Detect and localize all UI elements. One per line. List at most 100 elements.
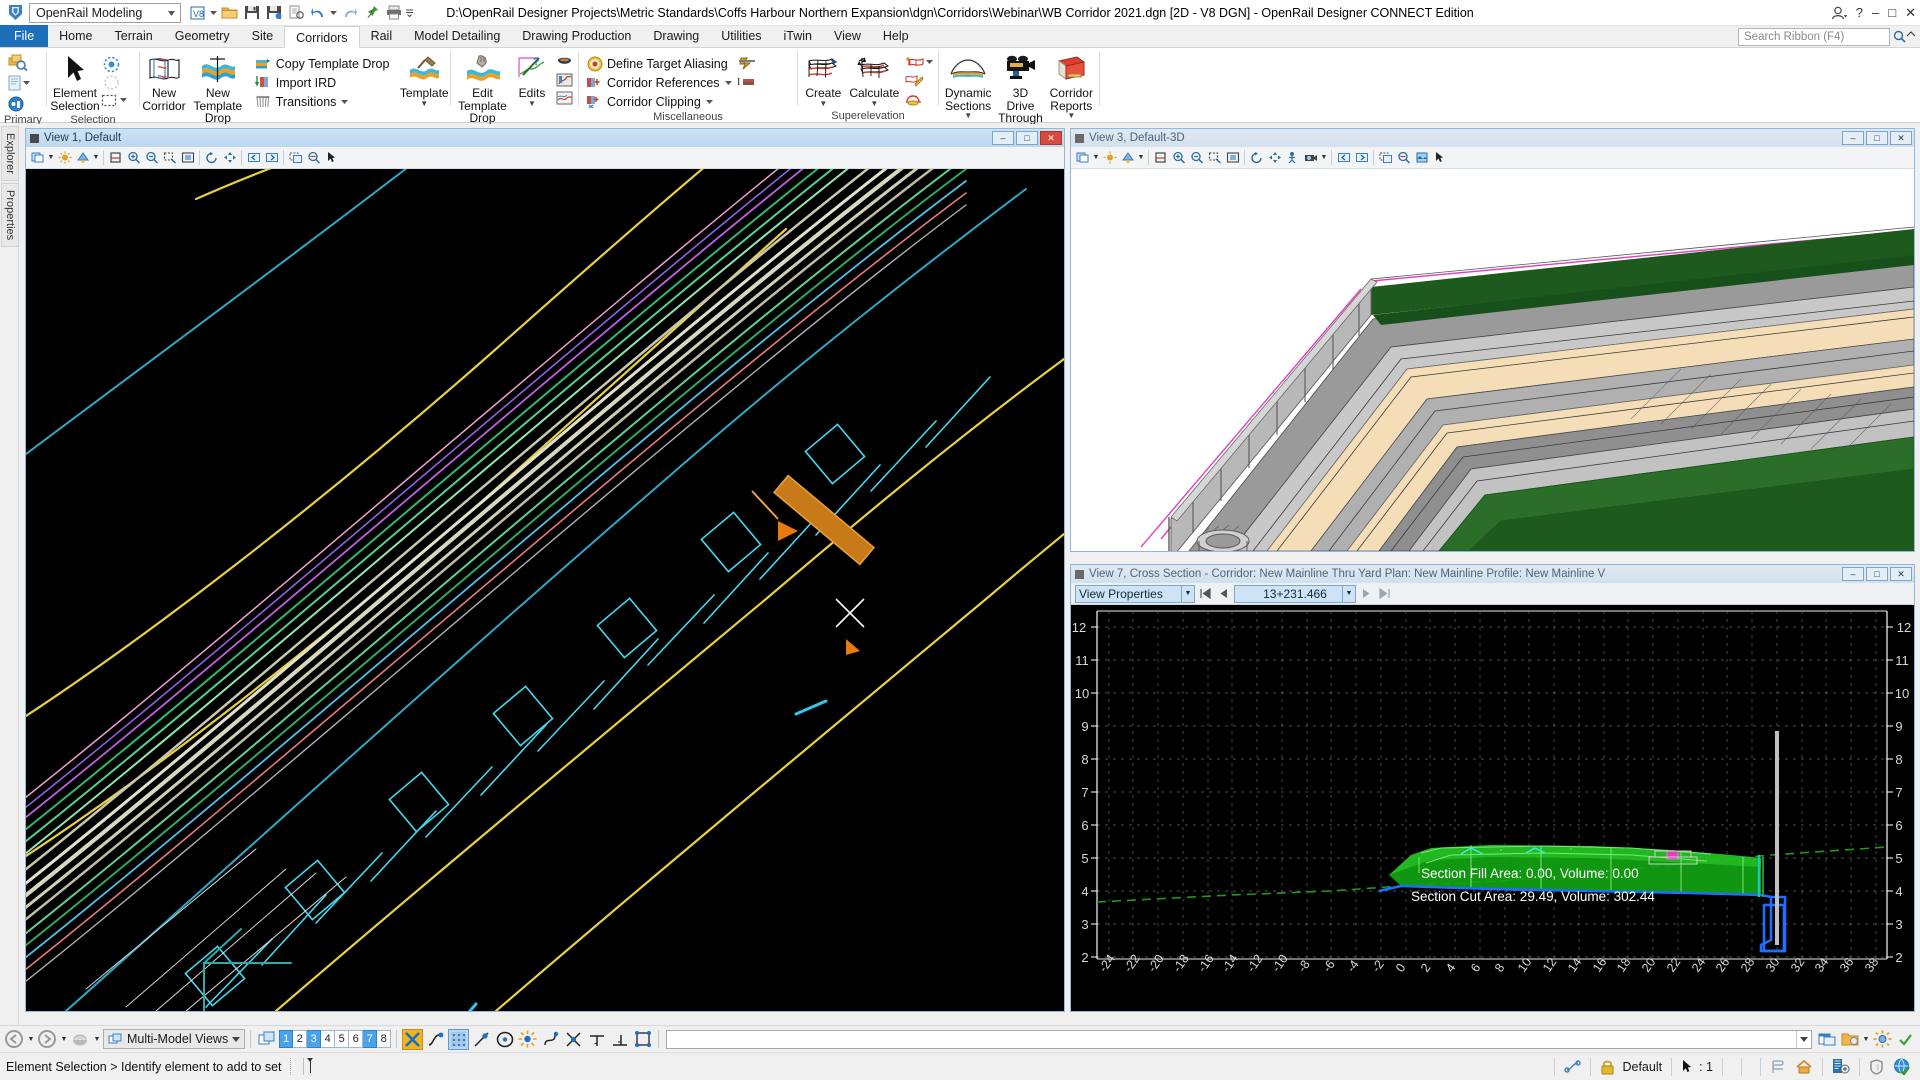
new-corridor-button[interactable]: New Corridor: [144, 51, 184, 114]
tab-drawing-production[interactable]: Drawing Production: [511, 25, 642, 47]
view-toggle-8[interactable]: 8: [377, 1030, 391, 1048]
pan-view-icon[interactable]: [221, 149, 238, 167]
view1-minimize-button[interactable]: –: [992, 131, 1014, 145]
zoom-out-icon[interactable]: [1188, 149, 1205, 167]
view-next-icon[interactable]: [1353, 149, 1370, 167]
bisector-snap-icon[interactable]: [609, 1029, 630, 1050]
copy-template-drop-button[interactable]: Copy Template Drop: [252, 54, 393, 73]
view3-minimize-button[interactable]: –: [1842, 131, 1864, 145]
element-selection-view-icon[interactable]: [1431, 149, 1448, 167]
lock-icon[interactable]: [1600, 1059, 1615, 1075]
view3-close-button[interactable]: ✕: [1890, 131, 1912, 145]
tab-model-detailing[interactable]: Model Detailing: [403, 25, 511, 47]
template-button[interactable]: Template ▼: [402, 51, 446, 109]
view-window-1[interactable]: View 1, Default – □ ✕ ▼ ▼: [25, 128, 1065, 1012]
zoom-in-icon[interactable]: [125, 149, 142, 167]
snap-pattern-icon[interactable]: [448, 1029, 469, 1050]
view-menu-icon[interactable]: [30, 134, 39, 143]
view-window-7[interactable]: View 7, Cross Section - Corridor: New Ma…: [1070, 564, 1915, 1012]
corridor-clipping-button[interactable]: Corridor Clipping: [583, 92, 735, 111]
tab-file[interactable]: File: [0, 25, 48, 47]
chevron-down-icon[interactable]: [23, 81, 30, 85]
fit-view-icon[interactable]: [1224, 149, 1241, 167]
browse-icon[interactable]: [70, 1029, 91, 1050]
view-next-icon[interactable]: [263, 149, 280, 167]
tab-utilities[interactable]: Utilities: [710, 25, 772, 47]
super-curve-icon[interactable]: [904, 89, 924, 107]
customize-qat-icon[interactable]: [405, 9, 414, 17]
view-toggle-7[interactable]: 7: [363, 1030, 377, 1048]
tab-site[interactable]: Site: [241, 25, 285, 47]
copy-view-icon[interactable]: [1377, 149, 1394, 167]
chevron-down-icon[interactable]: ▼: [528, 100, 536, 107]
no-snap-icon[interactable]: [402, 1029, 423, 1050]
status-input-field[interactable]: [303, 1058, 603, 1075]
window-area-icon[interactable]: [161, 149, 178, 167]
clip-mask-icon[interactable]: [305, 149, 322, 167]
chevron-down-icon[interactable]: ▼: [1342, 586, 1355, 602]
model-icon[interactable]: [1770, 1059, 1786, 1075]
view7-title-bar[interactable]: View 7, Cross Section - Corridor: New Ma…: [1071, 565, 1914, 583]
maximize-button[interactable]: □: [1888, 5, 1896, 20]
undo-icon[interactable]: [307, 2, 328, 23]
zoom-out-icon[interactable]: [143, 149, 160, 167]
tab-view[interactable]: View: [823, 25, 872, 47]
view1-title-bar[interactable]: View 1, Default – □ ✕: [26, 129, 1064, 147]
chevron-down-icon[interactable]: ▼: [1137, 149, 1145, 167]
new-template-drop-button[interactable]: New Template Drop: [186, 51, 250, 127]
attach-tools-button[interactable]: [8, 73, 30, 93]
shield-icon[interactable]: [1869, 1059, 1884, 1075]
add-super-section-icon[interactable]: [904, 53, 934, 71]
save-icon[interactable]: [241, 2, 262, 23]
view-groups-icon[interactable]: [256, 1029, 277, 1050]
next-station-icon[interactable]: [1359, 585, 1374, 603]
chevron-down-icon[interactable]: ▼: [964, 112, 972, 119]
close-button[interactable]: ✕: [1905, 5, 1916, 21]
element-selection-view-icon[interactable]: [323, 149, 340, 167]
lightning-icon[interactable]: [737, 54, 757, 72]
folder-history-icon[interactable]: [1839, 1029, 1860, 1050]
zoom-in-icon[interactable]: [1170, 149, 1187, 167]
view-toggle-4[interactable]: 4: [321, 1030, 335, 1048]
search-input[interactable]: Search Ribbon (F4): [1738, 28, 1890, 46]
previous-station-icon[interactable]: [1216, 585, 1231, 603]
create-superelevation-button[interactable]: Create ▼: [802, 51, 845, 109]
view-toggle-6[interactable]: 6: [349, 1030, 363, 1048]
view1-canvas[interactable]: [26, 169, 1064, 1011]
display-style-icon[interactable]: [1119, 149, 1136, 167]
render-icon[interactable]: [1413, 149, 1430, 167]
chevron-down-icon[interactable]: [706, 100, 713, 104]
rotate-view-icon[interactable]: [1248, 149, 1265, 167]
user-account-icon[interactable]: [1831, 6, 1847, 20]
chevron-down-icon[interactable]: ▼: [870, 100, 878, 107]
center-snap-icon[interactable]: [494, 1029, 515, 1050]
chevron-down-icon[interactable]: ▼: [819, 100, 827, 107]
adjust-view-brightness-icon[interactable]: [1101, 149, 1118, 167]
explorer-button[interactable]: [8, 52, 30, 72]
back-icon[interactable]: [4, 1029, 25, 1050]
minimize-button[interactable]: –: [1872, 5, 1879, 20]
view-toggle-2[interactable]: 2: [293, 1030, 307, 1048]
tangent-snap-icon[interactable]: [540, 1029, 561, 1050]
first-station-icon[interactable]: [1198, 585, 1213, 603]
view7-cross-section-canvas[interactable]: 12 11 10 9 8 7 6 5 4 3 2: [1071, 605, 1914, 1011]
view-previous-icon[interactable]: [245, 149, 262, 167]
tab-itwin[interactable]: iTwin: [773, 25, 823, 47]
chevron-down-icon[interactable]: [232, 1037, 240, 1042]
chevron-down-icon[interactable]: [329, 11, 338, 15]
tab-terrain[interactable]: Terrain: [104, 25, 164, 47]
camera-icon[interactable]: [1302, 149, 1319, 167]
chevron-down-icon[interactable]: ▼: [1092, 149, 1100, 167]
clip-volume-2-icon[interactable]: [1395, 149, 1412, 167]
window-area-icon[interactable]: [1206, 149, 1223, 167]
chevron-down-icon[interactable]: ▼: [27, 1030, 35, 1048]
chain-icon[interactable]: [1564, 1059, 1581, 1074]
clip-volume-icon[interactable]: [107, 149, 124, 167]
key-in-field[interactable]: [666, 1030, 1812, 1049]
dialog-icon[interactable]: [1816, 1029, 1837, 1050]
open-folder-icon[interactable]: [219, 2, 240, 23]
chevron-down-icon[interactable]: ▼: [60, 1030, 68, 1048]
redo-icon[interactable]: [339, 2, 360, 23]
super-report-icon[interactable]: [904, 71, 924, 89]
tab-corridors[interactable]: Corridors: [284, 26, 359, 48]
